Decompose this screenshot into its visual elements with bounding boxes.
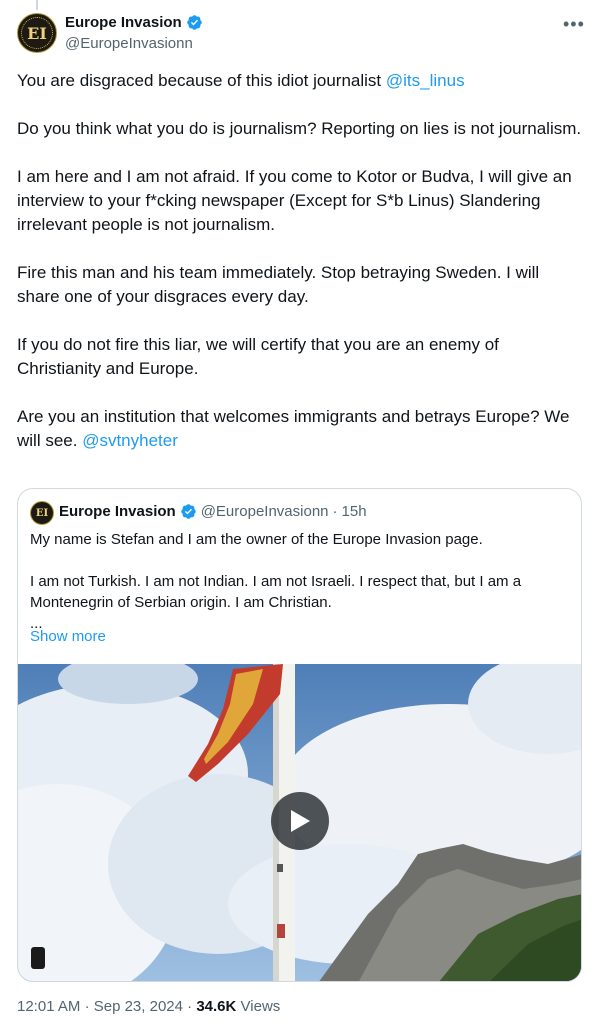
quote-author-name: Europe Invasion xyxy=(59,503,176,520)
timestamp-separator: · xyxy=(84,998,90,1015)
tweet-text-segment: You are disgraced because of this idiot … xyxy=(17,71,386,90)
tweet-paragraph: Do you think what you do is journalism? … xyxy=(17,119,582,138)
timestamp-date: Sep 23, 2024 xyxy=(93,998,183,1015)
mention-link[interactable]: @svtnyheter xyxy=(82,431,178,450)
views-count: 34.6K xyxy=(196,998,237,1015)
avatar-ring xyxy=(21,17,53,49)
author-handle[interactable]: @EuropeInvasionn xyxy=(65,35,193,52)
show-more-link[interactable]: Show more xyxy=(30,628,106,645)
quote-ellipsis: ... xyxy=(30,615,43,632)
author-display-name[interactable]: Europe Invasion xyxy=(65,14,203,31)
quote-header: Europe Invasion @EuropeInvasionn · 15h xyxy=(59,503,367,520)
tweet-paragraph: Fire this man and his team immediately. … xyxy=(17,263,540,306)
author-name-text: Europe Invasion xyxy=(65,14,182,31)
timestamp-time: 12:01 AM xyxy=(17,998,81,1015)
quote-avatar: EI xyxy=(30,501,54,525)
quote-time: 15h xyxy=(341,503,367,520)
verified-badge-icon xyxy=(180,504,196,519)
tweet-timestamp[interactable]: 12:01 AM · Sep 23, 2024 · 34.6K Views xyxy=(17,998,280,1015)
avatar[interactable]: EI xyxy=(17,13,57,53)
video-thumbnail[interactable] xyxy=(18,664,581,981)
more-options-icon[interactable]: ••• xyxy=(563,14,585,35)
views-label: Views xyxy=(240,998,281,1015)
quoted-tweet[interactable]: EI Europe Invasion @EuropeInvasionn · 15… xyxy=(17,488,582,982)
verified-badge-icon xyxy=(186,15,202,30)
play-button[interactable] xyxy=(271,792,329,850)
quote-body: My name is Stefan and I am the owner of … xyxy=(30,529,570,634)
quote-paragraph: My name is Stefan and I am the owner of … xyxy=(30,531,483,548)
quote-avatar-logo-text: EI xyxy=(35,507,49,519)
tweet-body: You are disgraced because of this idiot … xyxy=(17,69,583,477)
tweet-paragraph: Are you an institution that welcomes imm… xyxy=(17,405,583,453)
mention-link[interactable]: @its_linus xyxy=(386,71,465,90)
tweet-paragraph: You are disgraced because of this idiot … xyxy=(17,69,583,93)
timestamp-separator: · xyxy=(187,998,193,1015)
play-icon xyxy=(291,810,310,832)
quote-author-handle: @EuropeInvasionn xyxy=(200,503,329,520)
quote-separator: · xyxy=(332,503,338,520)
thread-connector-line xyxy=(36,0,38,10)
tweet-paragraph: I am here and I am not afraid. If you co… xyxy=(17,167,572,234)
tweet-paragraph: If you do not fire this liar, we will ce… xyxy=(17,335,499,378)
quote-paragraph: I am not Turkish. I am not Indian. I am … xyxy=(30,573,522,611)
media-badge xyxy=(31,947,45,969)
